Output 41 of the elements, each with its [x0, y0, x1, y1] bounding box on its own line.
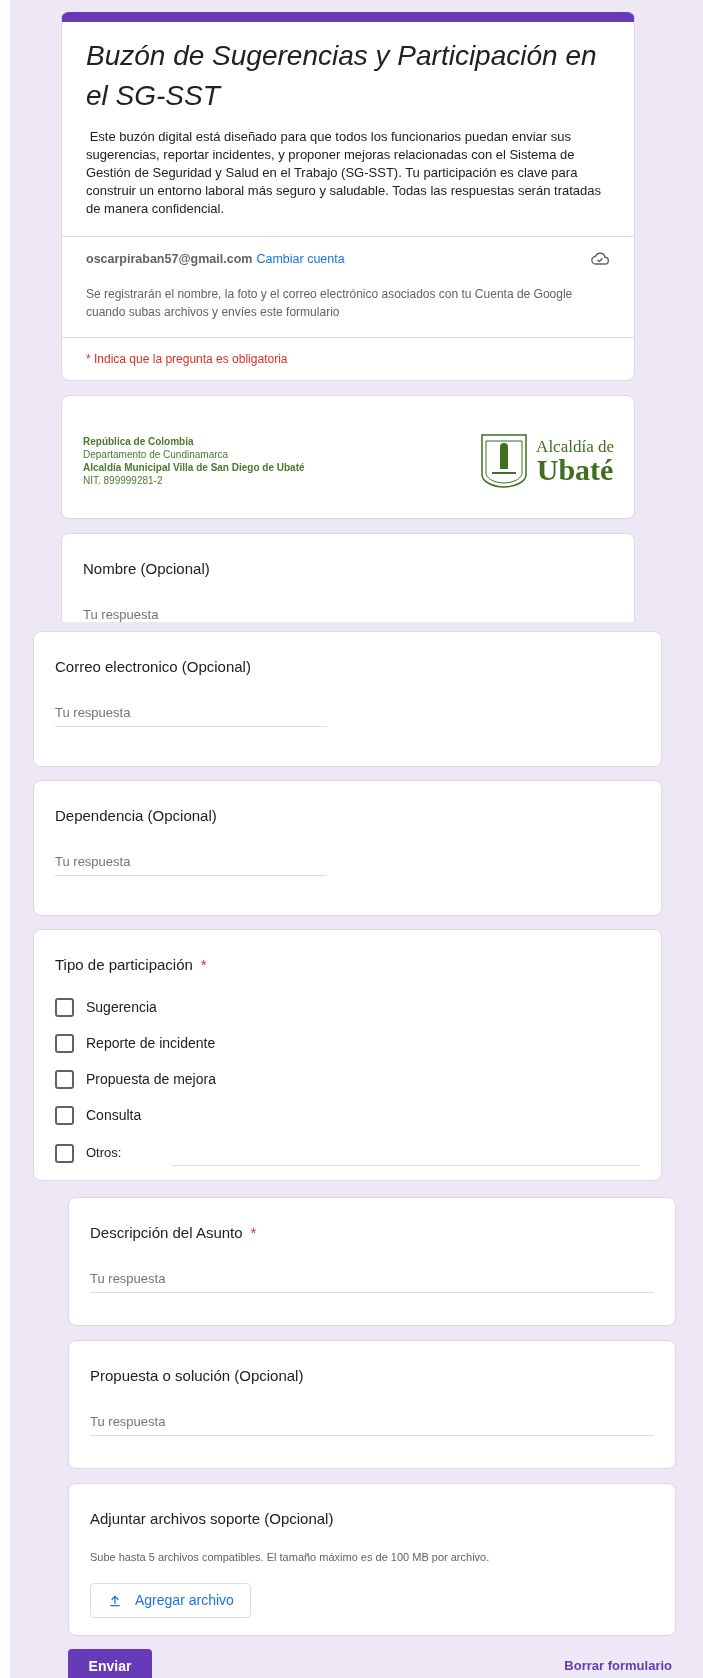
- logo-text-bottom: Ubaté: [536, 454, 614, 485]
- option-label: Sugerencia: [86, 997, 157, 1017]
- required-asterisk: *: [200, 955, 207, 975]
- add-file-button[interactable]: Agregar archivo: [90, 1583, 251, 1618]
- submit-button[interactable]: Enviar: [68, 1649, 152, 1678]
- option-label: Reporte de incidente: [86, 1033, 216, 1053]
- banner-text: NIT. 899999281-2: [83, 474, 164, 487]
- answer-field[interactable]: Tu respuesta: [55, 851, 327, 876]
- form-title: Buzón de Sugerencias y Participación en el SG-SST: [86, 39, 598, 113]
- checkbox[interactable]: [55, 997, 74, 1017]
- question-title: Propuesta o solución (Opcional): [90, 1366, 304, 1386]
- question-title: Adjuntar archivos soporte (Opcional): [90, 1509, 334, 1529]
- account-email: oscarpiraban57@gmail.com: [86, 250, 253, 268]
- option-label: Propuesta de mejora: [86, 1069, 216, 1089]
- question-title: Dependencia (Opcional): [55, 806, 217, 826]
- question-title: Nombre (Opcional): [83, 559, 210, 579]
- required-note: * Indica que la pregunta es obligatoria: [86, 351, 289, 368]
- banner-text: República de Colombia: [83, 435, 195, 448]
- form-description: Este buzón digital está diseñado para que todos los funcionarios puedan enviar sus sugerencias, reportar incidentes, y proponer mejoras relacionadas con el Sistema de Gestión de Seguridad y Salud en el Trabajo (SG-SST). Tu participación es clave para construir un entorno laboral más seguro y saludable. Todas las respuestas serán tratadas de manera confidencial.: [86, 128, 602, 218]
- checkbox[interactable]: [55, 1033, 74, 1053]
- checkbox[interactable]: [55, 1069, 74, 1089]
- coat-of-arms-drawing: [480, 433, 529, 489]
- question-title: Descripción del Asunto: [90, 1223, 243, 1243]
- file-upload-hint: Sube hasta 5 archivos compatibles. El tamaño máximo es de 100 MB por archivo.: [90, 1549, 491, 1565]
- logo-text-top: Alcaldía de: [536, 437, 614, 455]
- account-notice: Se registrarán el nombre, la foto y el correo electrónico asociados con tu Cuenta de Google cuando subas archivos y envíes este formulario: [86, 286, 574, 321]
- question-title: Correo electronico (Opcional): [55, 657, 251, 677]
- option-label: Otros:: [86, 1144, 123, 1163]
- banner-text: Departamento de Cundinamarca: [83, 448, 230, 461]
- answer-field[interactable]: Tu respuesta: [90, 1268, 654, 1293]
- required-asterisk: *: [250, 1223, 257, 1243]
- answer-field[interactable]: Tu respuesta: [90, 1411, 654, 1436]
- checkbox[interactable]: [55, 1143, 74, 1163]
- clear-form-button[interactable]: Borrar formulario: [564, 1656, 676, 1676]
- switch-account-link[interactable]: Cambiar cuenta: [256, 249, 345, 269]
- question-title: Tipo de participación: [55, 955, 193, 975]
- banner-text: Alcaldía Municipal Villa de San Diego de Ubaté: [83, 461, 305, 474]
- option-label: Consulta: [86, 1105, 142, 1125]
- answer-field[interactable]: Tu respuesta: [55, 702, 327, 727]
- checkbox[interactable]: [55, 1105, 74, 1125]
- answer-field[interactable]: Tu respuesta: [83, 604, 355, 622]
